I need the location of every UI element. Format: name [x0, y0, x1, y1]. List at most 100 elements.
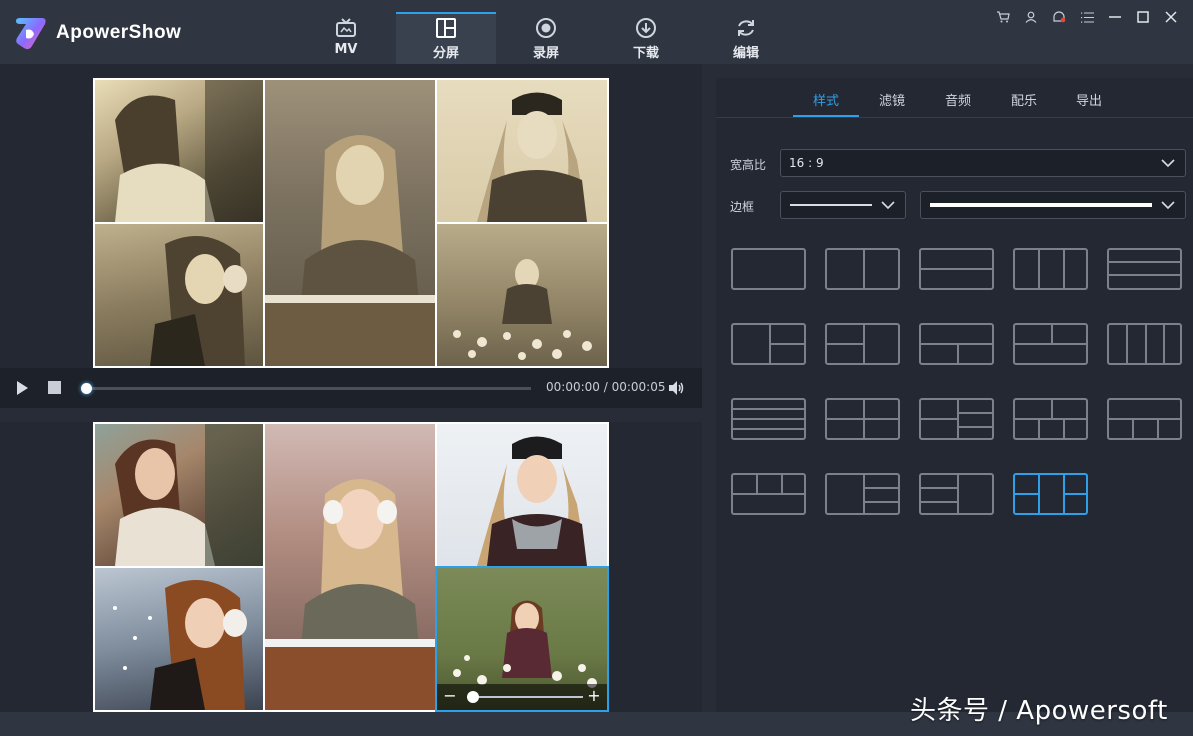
- nav-record[interactable]: 录屏: [496, 12, 596, 64]
- nav-label: 下载: [632, 46, 659, 61]
- photo-cell-selected[interactable]: − +: [435, 566, 609, 712]
- zoom-slider[interactable]: [467, 691, 583, 703]
- record-icon: [536, 18, 556, 38]
- border-color-sample: [930, 203, 1152, 207]
- minimize-icon: [1109, 16, 1121, 18]
- nav-label: 分屏: [432, 46, 459, 61]
- zoom-control: − +: [437, 684, 607, 710]
- nav-label: 编辑: [732, 46, 759, 61]
- tv-icon: [336, 18, 356, 37]
- layout-option[interactable]: [1013, 248, 1088, 290]
- layout-option[interactable]: [1013, 323, 1088, 365]
- player-controls: 00:00:00 / 00:00:05: [0, 368, 702, 408]
- top-bar: ApowerShow MV 分屏 录屏 下载 编辑: [0, 0, 1193, 64]
- progress-knob[interactable]: [81, 383, 92, 394]
- collage-editor: − +: [93, 422, 609, 712]
- aspect-ratio-select[interactable]: 16 : 9: [780, 149, 1186, 177]
- time-display: 00:00:00 / 00:00:05: [546, 380, 666, 394]
- tab-export[interactable]: 导出: [1076, 90, 1102, 109]
- download-icon: [636, 18, 656, 38]
- layout-option[interactable]: [919, 398, 994, 440]
- layout-option[interactable]: [1107, 248, 1182, 290]
- window-controls: [989, 8, 1185, 26]
- layout-option[interactable]: [825, 248, 900, 290]
- active-tab-indicator: [793, 115, 859, 117]
- layout-option[interactable]: [731, 323, 806, 365]
- stop-button[interactable]: [48, 381, 61, 394]
- layout-option[interactable]: [919, 473, 994, 515]
- border-label: 边框: [730, 200, 755, 214]
- nav-split-screen[interactable]: 分屏: [396, 12, 496, 64]
- border-color-select[interactable]: [920, 191, 1186, 219]
- minimize-button[interactable]: [1101, 8, 1129, 26]
- notification-button[interactable]: [1045, 8, 1073, 26]
- tab-audio[interactable]: 音频: [945, 90, 971, 109]
- maximize-button[interactable]: [1129, 8, 1157, 26]
- preview-edit: − +: [0, 422, 702, 712]
- watermark: 头条号 / Apowersoft: [910, 696, 1168, 726]
- cart-icon: [997, 11, 1010, 23]
- nav-edit[interactable]: 编辑: [696, 12, 796, 64]
- photo-cell[interactable]: [95, 568, 263, 710]
- layout-option[interactable]: [825, 473, 900, 515]
- apowershow-logo-icon: [16, 18, 46, 50]
- panel-divider: [0, 408, 702, 422]
- photo-cell[interactable]: [265, 424, 435, 710]
- photo-cell[interactable]: [437, 424, 607, 566]
- notification-icon: [1053, 11, 1066, 23]
- nav-mv[interactable]: MV: [296, 12, 396, 64]
- layout-option[interactable]: [731, 473, 806, 515]
- photo-cell[interactable]: [95, 424, 263, 566]
- nav-download[interactable]: 下载: [596, 12, 696, 64]
- layout-option[interactable]: [919, 248, 994, 290]
- close-button[interactable]: [1157, 8, 1185, 26]
- style-panel: 样式 滤镜 音频 配乐 导出 宽高比 16 : 9 边框: [716, 78, 1193, 712]
- tab-music[interactable]: 配乐: [1011, 90, 1037, 109]
- chevron-down-icon: [1161, 201, 1175, 210]
- layout-option[interactable]: [1107, 398, 1182, 440]
- aspect-ratio-label: 宽高比: [730, 158, 767, 172]
- preview-filtered: 00:00:00 / 00:00:05: [0, 64, 702, 408]
- user-icon: [1025, 11, 1037, 23]
- menu-button[interactable]: [1073, 8, 1101, 26]
- chevron-down-icon: [1161, 159, 1175, 168]
- photo-cell: [437, 80, 607, 222]
- layout-option[interactable]: [731, 248, 806, 290]
- collage-preview-sepia: [93, 78, 609, 368]
- user-button[interactable]: [1017, 8, 1045, 26]
- border-style-select[interactable]: [780, 191, 906, 219]
- layout-option-selected[interactable]: [1013, 473, 1088, 515]
- layout-option[interactable]: [1107, 323, 1182, 365]
- app-name: ApowerShow: [56, 22, 182, 43]
- split-screen-icon: [436, 18, 456, 38]
- panel-tabs: 样式 滤镜 音频 配乐 导出: [716, 78, 1193, 118]
- close-icon: [1165, 11, 1177, 23]
- app-window: ApowerShow MV 分屏 录屏 下载 编辑 00:00:00 / 00:…: [0, 0, 1193, 736]
- chevron-down-icon: [881, 201, 895, 210]
- maximize-icon: [1137, 11, 1149, 23]
- layout-option[interactable]: [731, 398, 806, 440]
- tab-style[interactable]: 样式: [813, 90, 839, 109]
- photo-cell: [265, 80, 435, 366]
- menu-icon: [1080, 12, 1094, 23]
- photo-cell: [95, 80, 263, 222]
- play-icon[interactable]: [14, 380, 30, 396]
- border-line-sample: [790, 204, 872, 206]
- zoom-in-button[interactable]: +: [585, 687, 603, 705]
- progress-slider[interactable]: [81, 383, 531, 394]
- nav-label: MV: [334, 42, 358, 57]
- nav-label: 录屏: [532, 46, 559, 61]
- layout-option[interactable]: [825, 323, 900, 365]
- cart-button[interactable]: [989, 8, 1017, 26]
- layout-option[interactable]: [919, 323, 994, 365]
- zoom-knob[interactable]: [467, 691, 479, 703]
- refresh-icon: [738, 20, 754, 36]
- zoom-out-button[interactable]: −: [441, 687, 459, 705]
- tab-filter[interactable]: 滤镜: [879, 90, 905, 109]
- layout-option[interactable]: [1013, 398, 1088, 440]
- volume-icon[interactable]: [667, 379, 685, 397]
- aspect-ratio-value: 16 : 9: [789, 156, 824, 170]
- layout-option[interactable]: [825, 398, 900, 440]
- photo-cell: [95, 224, 263, 366]
- photo-cell: [437, 224, 607, 366]
